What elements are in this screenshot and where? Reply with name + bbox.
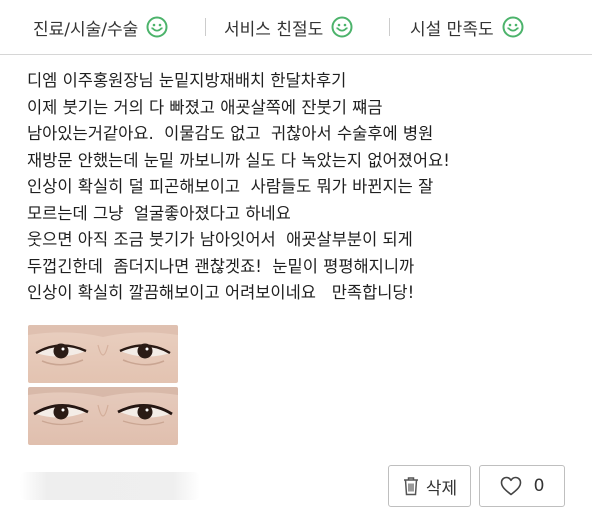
review-line: 웃으면 아직 조금 붓기가 남아잇어서 애굣살부분이 되게 <box>27 230 413 249</box>
delete-button-label: 삭제 <box>425 478 458 499</box>
review-line: 인상이 확실히 덜 피곤해보이고 사람들도 뭐가 바뀐지는 잘 <box>27 177 434 196</box>
review-photo[interactable] <box>28 387 178 445</box>
author-info-blurred <box>20 472 200 500</box>
ratings-bar: 진료/시술/수술 서비스 친절도 시설 만족도 <box>0 0 592 55</box>
heart-outline-icon <box>500 476 522 496</box>
smile-face-icon <box>502 16 524 38</box>
review-photo[interactable] <box>28 325 178 383</box>
rating-treatment-label: 진료/시술/수술 <box>33 19 139 40</box>
rating-facility: 시설 만족도 <box>410 13 524 41</box>
review-line: 디엠 이주홍원장님 눈밑지방재배치 한달차후기 <box>27 71 347 90</box>
like-button[interactable]: 0 <box>479 465 565 507</box>
rating-divider <box>205 18 206 36</box>
review-line: 재방문 안했는데 눈밑 까보니까 실도 다 녹았는지 없어졌어요! <box>27 150 450 170</box>
review-text: 디엠 이주홍원장님 눈밑지방재배치 한달차후기 이제 붓기는 거의 다 빠졌고 … <box>27 68 587 307</box>
trash-icon <box>402 476 420 496</box>
like-count: 0 <box>533 476 545 496</box>
review-line: 두껍긴한데 좀더지나면 괜찮겟죠! 눈밑이 평평해지니까 <box>27 256 415 276</box>
review-line: 남아있는거같아요. 이물감도 없고 귀찮아서 수술후에 병원 <box>27 124 434 143</box>
review-line: 이제 붓기는 거의 다 빠졌고 애굣살쪽에 잔붓기 쨰금 <box>27 97 383 117</box>
rating-service-label: 서비스 친절도 <box>224 19 324 40</box>
rating-facility-label: 시설 만족도 <box>410 19 494 40</box>
rating-divider <box>389 18 390 36</box>
review-line: 모르는데 그냥 얼굴좋아졌다고 하네요 <box>27 203 291 223</box>
delete-button[interactable]: 삭제 <box>388 465 471 507</box>
rating-treatment: 진료/시술/수술 <box>33 13 168 41</box>
smile-face-icon <box>146 16 168 38</box>
review-line: 인상이 확실히 깔끔해보이고 어려보이네요 만족합니당! <box>27 283 415 302</box>
rating-service: 서비스 친절도 <box>224 13 353 41</box>
smile-face-icon <box>331 16 353 38</box>
